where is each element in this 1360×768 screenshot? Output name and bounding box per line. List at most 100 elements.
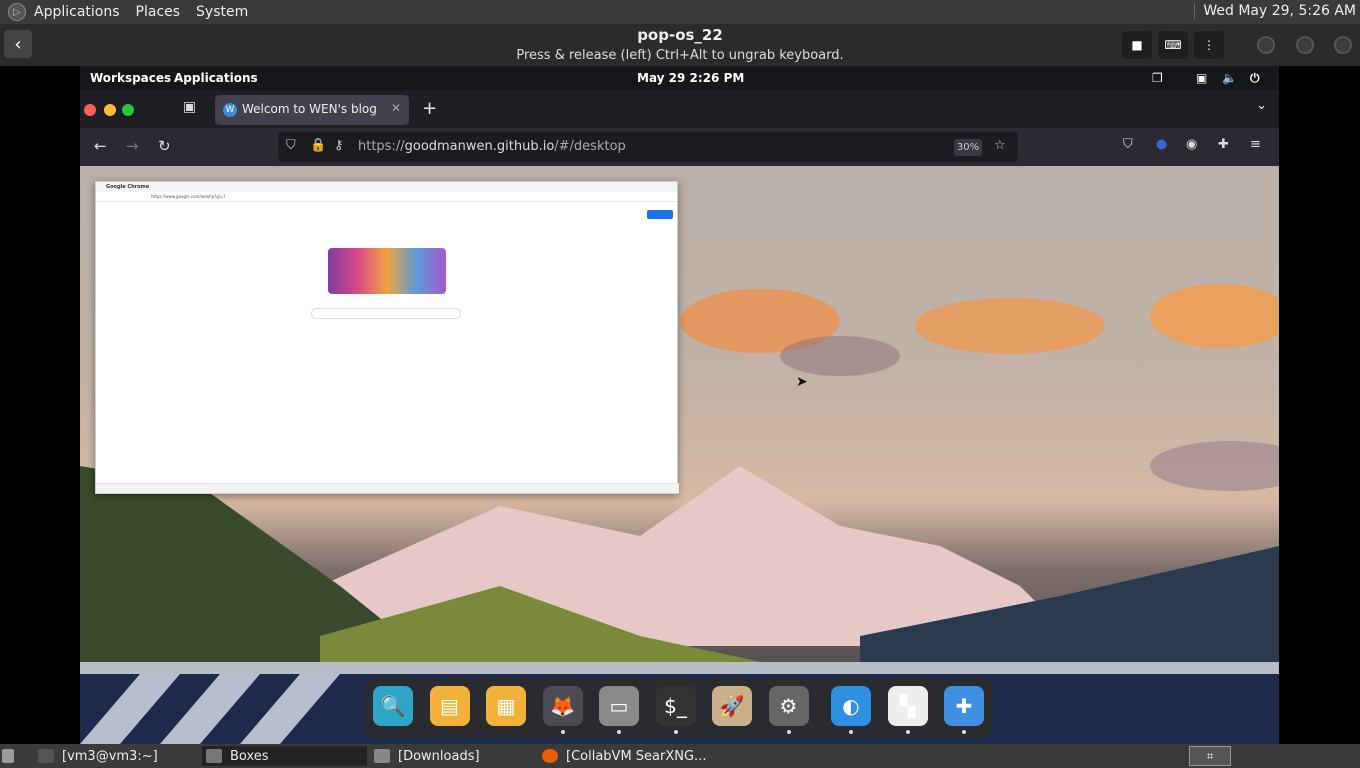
maximize-button[interactable] — [1296, 36, 1314, 54]
terminal-icon — [38, 749, 54, 763]
dock-running-indicator — [962, 730, 966, 734]
guest-applications[interactable]: Applications — [174, 71, 258, 85]
kebab-menu-icon: ⋮ — [1203, 38, 1215, 52]
desktop-icon — [2, 749, 14, 763]
guest-top-bar: Workspaces Applications May 29 2:26 PM ❐… — [80, 66, 1279, 90]
tiling-icon[interactable]: ❐ — [1152, 71, 1163, 85]
panel-clock[interactable]: Wed May 29, 5:26 AM — [1194, 3, 1356, 19]
stripe-wallpaper — [80, 674, 340, 744]
guest-display[interactable]: Workspaces Applications May 29 2:26 PM ❐… — [80, 66, 1279, 744]
dock-running-indicator — [560, 730, 565, 734]
dock-file-manager-icon[interactable]: ▭ — [599, 686, 639, 726]
pocket-icon[interactable]: ⛉ — [1123, 137, 1133, 152]
dock-firefox-icon[interactable]: 🦊 — [542, 686, 583, 726]
dock-running-indicator — [905, 730, 910, 734]
dock-running-indicator — [849, 730, 853, 734]
dock-search-app-icon[interactable]: 🔍 — [373, 686, 413, 726]
task-terminal[interactable]: [vm3@vm3:~] — [38, 746, 198, 766]
url-text[interactable]: https://goodmanwen.github.io/#/desktop — [358, 139, 626, 154]
keyboard-button[interactable]: ⌨ — [1158, 31, 1188, 59]
key-icon[interactable]: ⚷ — [334, 138, 344, 153]
more-menu-button[interactable]: ⋮ — [1194, 31, 1224, 59]
list-tabs-chevron-icon[interactable]: ⌄ — [1256, 98, 1267, 113]
zoom-level[interactable]: 30% — [954, 139, 982, 156]
dock-terminal-icon[interactable]: $_ — [655, 686, 696, 726]
url-bar[interactable]: ⛉ 🔒 ⚷ https://goodmanwen.github.io/#/des… — [278, 132, 1018, 162]
guest-dock: 🔍 ▤ ▦ 🦊 ▭ $_ 🚀 ⚙ ◐ ▚ ✚ — [365, 678, 993, 738]
power-icon[interactable]: ⏻ — [1250, 71, 1260, 86]
tab-close-icon[interactable]: ✕ — [391, 101, 401, 115]
mouse-cursor-icon: ➤ — [796, 374, 808, 390]
distro-logo-icon[interactable]: ▷ — [8, 3, 26, 21]
task-boxes-label: Boxes — [230, 748, 269, 764]
keyboard-icon: ⌨ — [1164, 38, 1182, 52]
tracking-shield-icon[interactable]: ⛉ — [286, 138, 296, 153]
extension-blue-icon[interactable]: ● — [1156, 137, 1167, 152]
host-top-panel: ▷ Applications Places System Wed May 29,… — [0, 0, 1360, 24]
ff-minimize-button[interactable] — [104, 104, 116, 116]
tab-wen-blog[interactable]: W Welcom to WEN's blog ✕ — [215, 95, 409, 125]
web-desktop[interactable]: Google Chrome https://www.google.com/web… — [80, 166, 1279, 744]
nav-back-icon[interactable]: ← — [94, 137, 107, 155]
dock-pop-shop-icon[interactable]: ▚ — [887, 686, 928, 726]
reload-icon[interactable]: ↻ — [158, 137, 171, 155]
guest-workspaces[interactable]: Workspaces — [90, 71, 171, 85]
extensions-puzzle-icon[interactable]: ✚ — [1218, 137, 1229, 152]
minimize-button[interactable] — [1257, 36, 1275, 54]
menu-system[interactable]: System — [196, 4, 248, 20]
inner-chrome-window[interactable]: Google Chrome https://www.google.com/web… — [95, 181, 679, 494]
inner-chrome-address[interactable]: https://www.google.com/webhp?gl=? — [96, 192, 677, 202]
workspace-icon: ⌗ — [1206, 748, 1214, 763]
task-downloads-label: [Downloads] — [398, 748, 480, 764]
inner-signin-button[interactable] — [647, 210, 673, 219]
dock-files-app-icon[interactable]: ▤ — [429, 686, 470, 726]
google-doodle[interactable] — [328, 248, 446, 294]
nav-forward-icon[interactable]: → — [126, 137, 139, 155]
stop-button[interactable]: ■ — [1122, 31, 1152, 59]
task-boxes[interactable]: Boxes — [202, 746, 367, 766]
task-firefox[interactable]: [CollabVM SearXNG... — [542, 746, 742, 766]
url-prefix: https:// — [358, 139, 405, 154]
ff-close-button[interactable] — [84, 104, 96, 116]
url-domain: goodmanwen.github.io — [404, 139, 555, 154]
web-desktop-taskbar[interactable] — [80, 662, 1279, 674]
tab-overview-icon[interactable]: ▣ — [183, 99, 196, 115]
folder-icon — [374, 749, 390, 763]
inner-chrome-footer — [96, 483, 679, 493]
account-icon[interactable]: ◉ — [1186, 137, 1197, 152]
dock-running-indicator — [617, 730, 621, 734]
dock-running-indicator — [673, 730, 678, 734]
stop-icon: ■ — [1131, 38, 1143, 52]
close-button[interactable] — [1334, 36, 1352, 54]
network-icon[interactable]: ▣ — [1196, 71, 1207, 85]
tab-title: Welcom to WEN's blog — [242, 102, 377, 116]
menu-applications[interactable]: Applications — [34, 4, 120, 20]
menu-places[interactable]: Places — [136, 4, 181, 20]
task-firefox-label: [CollabVM SearXNG... — [566, 748, 707, 764]
boxes-icon — [206, 749, 222, 763]
host-taskbar: [vm3@vm3:~] Boxes [Downloads] [CollabVM … — [0, 744, 1360, 768]
bookmark-star-icon[interactable]: ☆ — [994, 138, 1006, 153]
firefox-tab-bar: ▣ W Welcom to WEN's blog ✕ + ⌄ — [80, 90, 1279, 128]
url-path: /#/desktop — [554, 139, 626, 154]
show-desktop-button[interactable] — [2, 746, 22, 766]
tab-favicon-icon: W — [223, 103, 237, 117]
inner-google-search[interactable] — [311, 308, 461, 319]
dock-settings-icon[interactable]: ⚙ — [768, 686, 809, 726]
volume-icon[interactable]: 🔈 — [1222, 71, 1237, 85]
workspace-switcher[interactable]: ⌗ — [1189, 746, 1231, 766]
new-tab-button[interactable]: + — [422, 98, 437, 119]
firefox-nav-bar: ← → ↻ ⛉ 🔒 ⚷ https://goodmanwen.github.io… — [80, 128, 1279, 166]
dock-app-grid-icon[interactable]: ▦ — [486, 686, 526, 726]
dock-running-indicator — [786, 730, 791, 734]
dock-browser-icon[interactable]: ◐ — [831, 686, 871, 726]
hamburger-menu-icon[interactable]: ≡ — [1250, 137, 1261, 152]
task-downloads[interactable]: [Downloads] — [374, 746, 534, 766]
vm-title: pop-os_22 — [637, 26, 723, 44]
dock-launcher-icon[interactable]: 🚀 — [712, 686, 752, 726]
boxes-header: ‹ pop-os_22 Press & release (left) Ctrl+… — [0, 24, 1360, 66]
lock-icon[interactable]: 🔒 — [310, 138, 326, 153]
dock-extensions-icon[interactable]: ✚ — [944, 686, 984, 726]
ff-maximize-button[interactable] — [122, 104, 134, 116]
guest-datetime[interactable]: May 29 2:26 PM — [637, 71, 744, 85]
